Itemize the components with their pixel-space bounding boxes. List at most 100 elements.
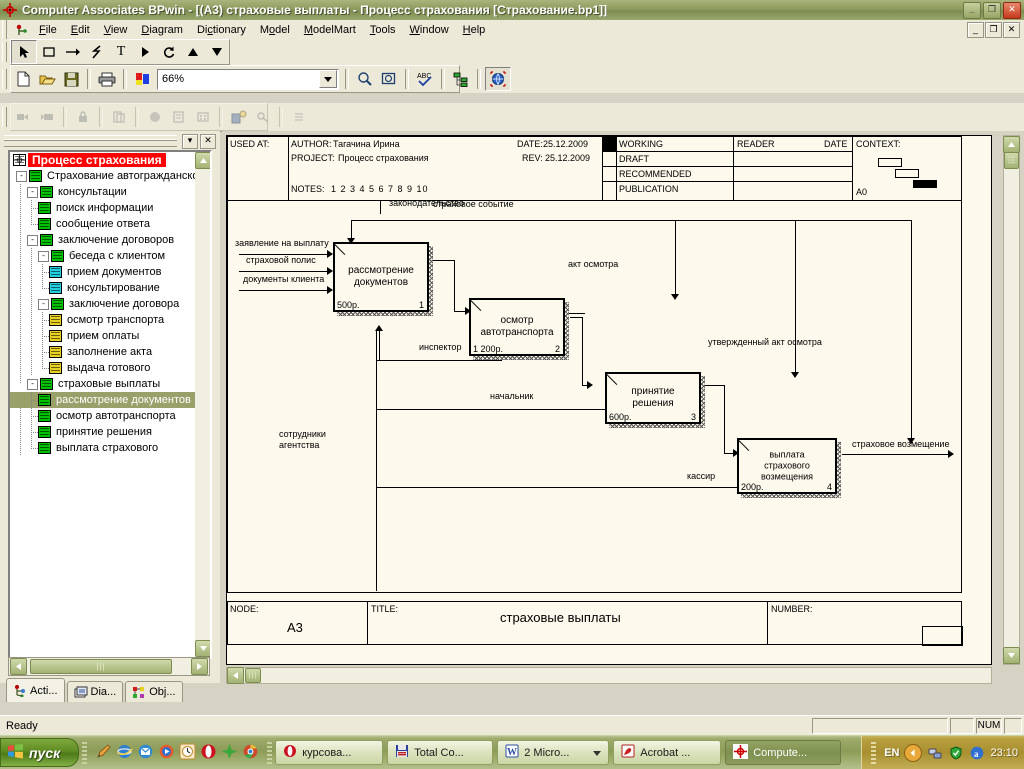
tree-expander-0[interactable]: -: [16, 170, 27, 182]
tree-row-6[interactable]: прием документов: [10, 264, 195, 280]
ql-internet-explorer-icon[interactable]: [116, 743, 133, 763]
model-explorer-dragbar[interactable]: [4, 135, 177, 147]
tree-expander-5[interactable]: -: [38, 250, 49, 262]
diagram-scroll-left-button[interactable]: [227, 667, 244, 684]
diagram-vscroll-thumb[interactable]: |||: [1004, 152, 1019, 169]
modelmart-toolbar-grip[interactable]: [2, 107, 7, 127]
tree-expander-13[interactable]: -: [27, 378, 38, 390]
diagram-scroll-up-button[interactable]: [1003, 136, 1020, 153]
tab-diagrams[interactable]: Dia...: [66, 681, 124, 702]
save-button[interactable]: [59, 68, 83, 90]
model-tree[interactable]: Процесс страхования - Страхование автогр…: [8, 150, 212, 659]
tree-row-7[interactable]: консультирование: [10, 280, 195, 296]
tree-row-12[interactable]: выдача готового: [10, 360, 195, 376]
arrow-label-cashier[interactable]: кассир: [687, 471, 715, 481]
ql-puzzle-icon[interactable]: [221, 743, 238, 763]
status-draft[interactable]: DRAFT: [619, 154, 649, 164]
tree-expander-1[interactable]: -: [27, 186, 38, 198]
activity-box-3[interactable]: принятие решения 600р. 3: [605, 372, 701, 424]
model-tree-vscrollbar[interactable]: [195, 152, 210, 657]
ql-opera-icon[interactable]: [200, 743, 217, 763]
fit-to-window-button[interactable]: [377, 68, 401, 90]
taskband-grip[interactable]: [267, 741, 273, 764]
menu-item-edit[interactable]: Edit: [64, 22, 97, 38]
arrow-label-approved[interactable]: утвержденный акт осмотра: [708, 337, 822, 347]
tree-scroll-up-button[interactable]: [195, 152, 210, 169]
taskbar-item-acrobat[interactable]: Acrobat ...: [613, 740, 722, 765]
tree-row-1[interactable]: - консультации: [10, 184, 195, 200]
activity-box-4[interactable]: выплата страхового возмещения 200р. 4: [737, 438, 837, 494]
tree-row-8[interactable]: - заключение договора: [10, 296, 195, 312]
taskbar-clock[interactable]: 23:10: [990, 747, 1018, 759]
arrow-label-compensation[interactable]: страховое возмещение: [852, 439, 949, 449]
menu-item-help[interactable]: Help: [456, 22, 493, 38]
status-working[interactable]: WORKING: [619, 139, 663, 149]
tree-scroll-down-button[interactable]: [195, 640, 210, 657]
tray-grip[interactable]: [871, 741, 877, 764]
tree-scroll-right-button[interactable]: [191, 658, 208, 675]
tree-row-13[interactable]: - страховые выплаты: [10, 376, 195, 392]
window-maximize-button[interactable]: ❐: [983, 2, 1001, 19]
mdi-minimize-button[interactable]: _: [967, 22, 984, 38]
ql-outlook-icon[interactable]: [137, 743, 154, 763]
arrow-label-staff[interactable]: сотрудники агентства: [279, 429, 326, 451]
ql-pencil-icon[interactable]: [95, 743, 112, 763]
arrow-label-chief[interactable]: начальник: [490, 391, 533, 401]
model-explorer-button[interactable]: [449, 68, 473, 90]
tree-row-10[interactable]: прием оплаты: [10, 328, 195, 344]
open-folder-button[interactable]: [35, 68, 59, 90]
tree-row-root[interactable]: Процесс страхования: [10, 152, 195, 168]
activity-box-tool-button[interactable]: [37, 41, 61, 63]
ql-media-player-icon[interactable]: [158, 743, 175, 763]
taskbar-item-word[interactable]: W 2 Micro...: [497, 740, 610, 765]
model-explorer-close-button[interactable]: ✕: [200, 133, 216, 149]
window-close-button[interactable]: ✕: [1003, 2, 1021, 19]
model-tree-hscrollbar[interactable]: |||: [8, 657, 210, 676]
tree-row-16[interactable]: принятие решения: [10, 424, 195, 440]
new-document-button[interactable]: [11, 68, 35, 90]
activity-box-1[interactable]: рассмотрение документов 500р. 1: [333, 242, 429, 312]
tree-row-4[interactable]: - заключение договоров: [10, 232, 195, 248]
tab-activities[interactable]: Acti...: [6, 678, 65, 702]
arrow-tool-button[interactable]: [61, 41, 85, 63]
color-palette-button[interactable]: [131, 68, 155, 90]
arrow-label-claim[interactable]: заявление на выплату: [235, 238, 329, 248]
window-minimize-button[interactable]: _: [963, 2, 981, 19]
goto-child-tool-button[interactable]: [133, 41, 157, 63]
arrow-label-policy[interactable]: страховой полис: [246, 255, 316, 265]
tree-hscroll-thumb[interactable]: |||: [30, 659, 172, 674]
taskbar-item-bpwin[interactable]: Compute...: [725, 740, 842, 765]
idef0-canvas[interactable]: USED AT: AUTHOR: Тагачина Ирина DATE: 25…: [226, 135, 992, 665]
tree-row-17[interactable]: выплата страхового: [10, 440, 195, 456]
status-publication[interactable]: PUBLICATION: [619, 184, 678, 194]
tree-row-5[interactable]: - беседа с клиентом: [10, 248, 195, 264]
arrow-label-event[interactable]: страховое событие: [433, 199, 514, 209]
menu-item-model[interactable]: Model: [253, 22, 297, 38]
diagram-vscrollbar[interactable]: |||: [1003, 135, 1020, 665]
pointer-tool-button[interactable]: [11, 40, 37, 64]
arrow-label-client-docs[interactable]: документы клиента: [243, 274, 324, 284]
tree-row-11[interactable]: заполнение акта: [10, 344, 195, 360]
tree-row-9[interactable]: осмотр транспорта: [10, 312, 195, 328]
arrow-label-act[interactable]: акт осмотра: [568, 259, 618, 269]
tray-agnitum-icon[interactable]: a: [969, 745, 985, 761]
mdi-restore-button[interactable]: ❐: [985, 22, 1002, 38]
menu-item-modelmart[interactable]: ModelMart: [297, 22, 363, 38]
tab-objects[interactable]: Obj...: [125, 681, 183, 702]
zoom-combo[interactable]: 66%: [157, 68, 339, 90]
tree-expander-8[interactable]: -: [38, 298, 49, 310]
squiggle-tool-button[interactable]: [85, 41, 109, 63]
spell-check-button[interactable]: ABC: [413, 68, 437, 90]
menu-item-tools[interactable]: Tools: [363, 22, 403, 38]
diagram-hscroll-thumb[interactable]: |||: [245, 668, 261, 683]
ql-clock-icon[interactable]: [179, 743, 196, 763]
model-explorer-menu-button[interactable]: ▾: [182, 133, 198, 149]
taskbar-item-total-commander[interactable]: Total Co...: [387, 740, 494, 765]
language-indicator[interactable]: EN: [884, 747, 899, 759]
chevron-down-icon[interactable]: [319, 70, 337, 88]
print-button[interactable]: [95, 68, 119, 90]
diagram-scroll-down-button[interactable]: [1003, 647, 1020, 664]
menu-item-view[interactable]: View: [97, 22, 135, 38]
tray-show-hidden-icon[interactable]: [904, 743, 923, 762]
tray-network-icon[interactable]: [927, 745, 943, 761]
